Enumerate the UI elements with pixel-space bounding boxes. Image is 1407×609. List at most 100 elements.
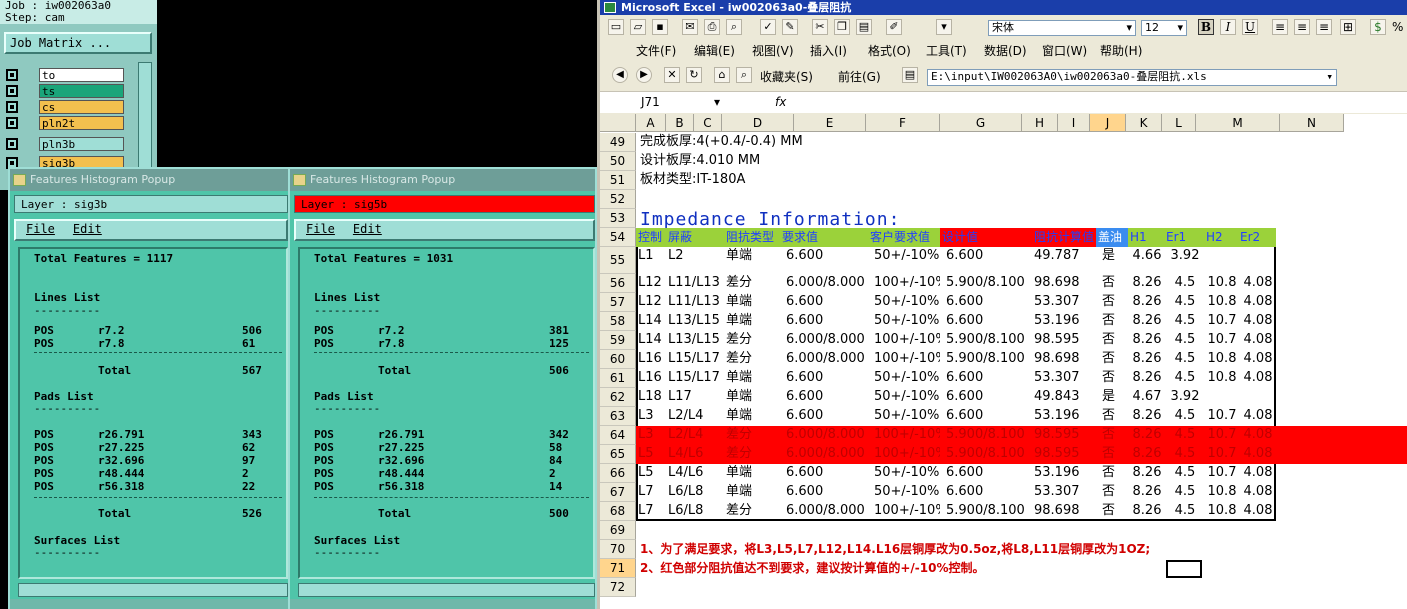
table-cell[interactable]: 8.26 — [1128, 483, 1164, 501]
column-header[interactable]: K — [1126, 114, 1162, 132]
table-cell[interactable]: 10.8 — [1204, 274, 1238, 292]
table-cell[interactable]: 4.08 — [1238, 426, 1276, 444]
table-cell[interactable]: L13/L15 — [666, 331, 724, 349]
row-header[interactable]: 52 — [600, 190, 636, 209]
table-cell[interactable]: 6.600 — [780, 293, 868, 311]
table-cell[interactable]: 10.7 — [1204, 312, 1238, 330]
menu-edit[interactable]: Edit — [353, 222, 382, 236]
table-cell[interactable]: 差分 — [724, 350, 780, 368]
table-cell[interactable]: 98.595 — [1032, 426, 1096, 444]
menu-item[interactable]: 工具(T) — [926, 43, 967, 59]
column-header[interactable]: L — [1162, 114, 1196, 132]
percent-icon[interactable]: % — [1392, 20, 1403, 34]
column-header[interactable]: G — [940, 114, 1022, 132]
horizontal-scrollbar[interactable] — [18, 583, 288, 597]
spelling-icon[interactable]: ✓ — [760, 19, 776, 35]
table-cell[interactable]: 98.595 — [1032, 331, 1096, 349]
table-cell[interactable]: 10.7 — [1204, 426, 1238, 444]
column-header[interactable]: B — [666, 114, 694, 132]
table-cell[interactable]: 10.7 — [1204, 464, 1238, 482]
align-center-icon[interactable]: ≡ — [1294, 19, 1310, 35]
table-cell[interactable]: 100+/-10% — [868, 502, 940, 520]
table-cell[interactable]: 100+/-10% — [868, 445, 940, 463]
table-cell[interactable]: 4.5 — [1164, 445, 1204, 463]
table-cell[interactable]: L11/L13 — [666, 293, 724, 311]
layer-checkbox[interactable] — [6, 101, 18, 113]
table-cell[interactable]: 10.7 — [1204, 445, 1238, 463]
currency-icon[interactable]: $ — [1370, 19, 1386, 35]
table-cell[interactable]: 8.26 — [1128, 369, 1164, 387]
table-cell[interactable]: L16 — [636, 369, 666, 387]
font-size-select[interactable]: 12 ▾ — [1141, 20, 1187, 36]
layer-checkbox[interactable] — [6, 85, 18, 97]
table-cell[interactable]: 是 — [1096, 388, 1128, 406]
table-cell[interactable]: 4.08 — [1238, 464, 1276, 482]
row-header[interactable]: 57 — [600, 293, 636, 312]
paste-icon[interactable]: ▤ — [856, 19, 872, 35]
toolbar-options-icon[interactable]: ▾ — [936, 19, 952, 35]
horizontal-scrollbar[interactable] — [298, 583, 595, 597]
table-cell[interactable]: 10.7 — [1204, 407, 1238, 425]
table-cell[interactable]: L15/L17 — [666, 369, 724, 387]
table-cell[interactable]: 单端 — [724, 369, 780, 387]
table-cell[interactable]: 4.08 — [1238, 407, 1276, 425]
table-cell[interactable]: L2 — [666, 247, 724, 265]
table-cell[interactable]: 5.900/8.100 — [940, 350, 1032, 368]
table-cell[interactable]: 8.26 — [1128, 350, 1164, 368]
table-cell[interactable]: L14 — [636, 312, 666, 330]
row-header[interactable]: 53 — [600, 209, 636, 228]
layer-row[interactable]: ts — [6, 84, 124, 98]
table-cell[interactable]: 98.698 — [1032, 350, 1096, 368]
table-cell[interactable]: L6/L8 — [666, 483, 724, 501]
table-cell[interactable]: 10.8 — [1204, 502, 1238, 520]
copy-icon[interactable]: ❐ — [834, 19, 850, 35]
job-matrix-button[interactable]: Job Matrix ... — [4, 32, 152, 54]
table-cell[interactable]: L16 — [636, 350, 666, 368]
layer-row[interactable]: pln2t — [6, 116, 124, 130]
table-cell[interactable]: 6.000/8.000 — [780, 445, 868, 463]
layer-checkbox[interactable] — [6, 69, 18, 81]
table-cell[interactable]: 否 — [1096, 293, 1128, 311]
favorites-menu[interactable]: 收藏夹(S) — [760, 69, 813, 85]
table-cell[interactable]: L12 — [636, 293, 666, 311]
row-header[interactable]: 68 — [600, 502, 636, 521]
table-cell[interactable]: 6.000/8.000 — [780, 274, 868, 292]
table-cell[interactable]: 6.000/8.000 — [780, 331, 868, 349]
table-cell[interactable]: 4.5 — [1164, 312, 1204, 330]
table-cell[interactable]: 10.8 — [1204, 483, 1238, 501]
menu-item[interactable]: 插入(I) — [810, 43, 847, 59]
table-cell[interactable]: 49.787 — [1032, 247, 1096, 265]
column-header[interactable]: M — [1196, 114, 1280, 132]
table-cell[interactable]: 6.000/8.000 — [780, 350, 868, 368]
table-cell[interactable]: 50+/-10% — [868, 312, 940, 330]
row-header[interactable]: 61 — [600, 369, 636, 388]
row-header[interactable]: 58 — [600, 312, 636, 331]
table-cell[interactable]: 8.26 — [1128, 502, 1164, 520]
table-cell[interactable]: 6.600 — [940, 369, 1032, 387]
table-cell[interactable]: 6.600 — [780, 464, 868, 482]
table-cell[interactable]: 6.600 — [940, 247, 1032, 265]
row-header[interactable]: 55 — [600, 247, 636, 274]
table-cell[interactable]: 6.600 — [780, 312, 868, 330]
table-cell[interactable]: 否 — [1096, 464, 1128, 482]
table-cell[interactable]: 差分 — [724, 502, 780, 520]
row-header[interactable]: 70 — [600, 540, 636, 559]
table-cell[interactable]: 4.08 — [1238, 312, 1276, 330]
table-cell[interactable]: 53.307 — [1032, 293, 1096, 311]
column-header[interactable]: C — [694, 114, 722, 132]
menu-edit[interactable]: Edit — [73, 222, 102, 236]
table-cell[interactable]: 4.67 — [1128, 388, 1164, 406]
table-cell[interactable]: 53.196 — [1032, 407, 1096, 425]
italic-button[interactable]: I — [1220, 19, 1236, 35]
back-icon[interactable]: ◀ — [612, 67, 628, 83]
table-cell[interactable]: 4.5 — [1164, 483, 1204, 501]
table-cell[interactable]: 4.08 — [1238, 274, 1276, 292]
table-cell[interactable]: 53.196 — [1032, 312, 1096, 330]
table-cell[interactable]: 5.900/8.100 — [940, 331, 1032, 349]
layer-checkbox[interactable] — [6, 117, 18, 129]
table-cell[interactable]: L7 — [636, 483, 666, 501]
menu-item[interactable]: 视图(V) — [752, 43, 794, 59]
table-cell[interactable]: 10.8 — [1204, 293, 1238, 311]
table-cell[interactable]: 6.600 — [940, 407, 1032, 425]
merge-center-icon[interactable]: ⊞ — [1340, 19, 1356, 35]
